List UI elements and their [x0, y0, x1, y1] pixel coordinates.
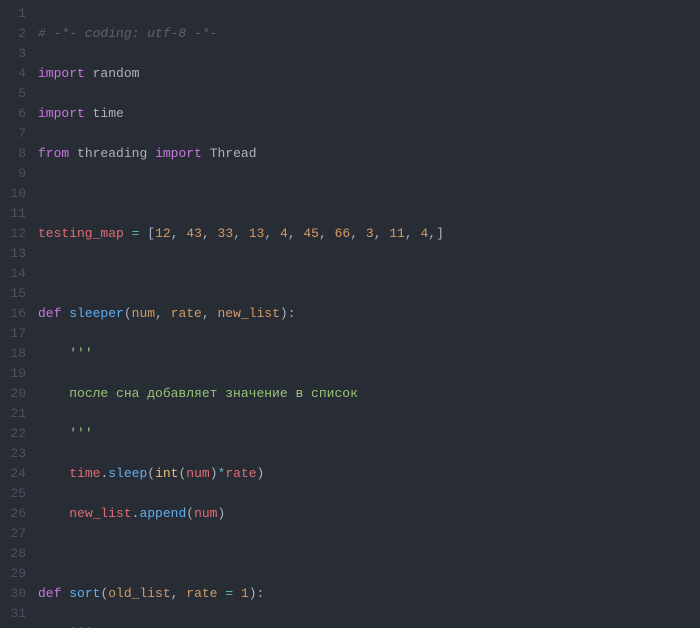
code-line[interactable]: def sleeper(num, rate, new_list): [38, 304, 700, 324]
line-number-gutter: 1 2 3 4 5 6 7 8 9 10 11 12 13 14 15 16 1… [0, 0, 38, 628]
line-number: 4 [0, 64, 26, 84]
line-number: 9 [0, 164, 26, 184]
line-number: 13 [0, 244, 26, 264]
code-line[interactable]: time.sleep(int(num)*rate) [38, 464, 700, 484]
number: 3 [366, 226, 374, 241]
param: num [132, 306, 155, 321]
keyword-from: from [38, 146, 69, 161]
number: 33 [218, 226, 234, 241]
number: 4 [280, 226, 288, 241]
param: rate [186, 586, 217, 601]
class-name: Thread [210, 146, 257, 161]
number: 11 [389, 226, 405, 241]
variable: testing_map [38, 226, 124, 241]
code-line[interactable]: import random [38, 64, 700, 84]
line-number: 29 [0, 564, 26, 584]
comment: # -*- coding: utf-8 -*- [38, 26, 217, 41]
number: 12 [155, 226, 171, 241]
code-line[interactable]: ''' [38, 624, 700, 628]
param: new_list [217, 306, 279, 321]
line-number: 12 [0, 224, 26, 244]
line-number: 19 [0, 364, 26, 384]
docstring: после сна добавляет значение в список [69, 386, 358, 401]
line-number: 21 [0, 404, 26, 424]
object: time [69, 466, 100, 481]
keyword-import: import [155, 146, 202, 161]
line-number: 18 [0, 344, 26, 364]
builtin: int [155, 466, 178, 481]
line-number: 10 [0, 184, 26, 204]
number: 13 [249, 226, 265, 241]
code-line[interactable]: def sort(old_list, rate = 1): [38, 584, 700, 604]
code-line[interactable]: ''' [38, 344, 700, 364]
code-line[interactable]: ''' [38, 424, 700, 444]
variable: rate [225, 466, 256, 481]
keyword-import: import [38, 106, 85, 121]
code-line[interactable]: # -*- coding: utf-8 -*- [38, 24, 700, 44]
method: append [139, 506, 186, 521]
code-line[interactable]: testing_map = [12, 43, 33, 13, 4, 45, 66… [38, 224, 700, 244]
module-name: time [93, 106, 124, 121]
line-number: 28 [0, 544, 26, 564]
keyword-def: def [38, 586, 61, 601]
line-number: 15 [0, 284, 26, 304]
line-number: 31 [0, 604, 26, 624]
line-number: 26 [0, 504, 26, 524]
line-number: 16 [0, 304, 26, 324]
line-number: 25 [0, 484, 26, 504]
code-line[interactable]: после сна добавляет значение в список [38, 384, 700, 404]
line-number: 14 [0, 264, 26, 284]
docstring: ''' [69, 346, 92, 361]
line-number: 24 [0, 464, 26, 484]
number: 1 [241, 586, 249, 601]
line-number: 8 [0, 144, 26, 164]
code-editor[interactable]: 1 2 3 4 5 6 7 8 9 10 11 12 13 14 15 16 1… [0, 0, 700, 628]
line-number: 20 [0, 384, 26, 404]
param: old_list [108, 586, 170, 601]
line-number: 30 [0, 584, 26, 604]
code-line[interactable]: new_list.append(num) [38, 504, 700, 524]
number: 43 [186, 226, 202, 241]
line-number: 22 [0, 424, 26, 444]
variable: num [186, 466, 209, 481]
keyword-def: def [38, 306, 61, 321]
code-area[interactable]: # -*- coding: utf-8 -*- import random im… [38, 0, 700, 628]
line-number: 6 [0, 104, 26, 124]
keyword-import: import [38, 66, 85, 81]
line-number: 17 [0, 324, 26, 344]
code-line[interactable] [38, 264, 700, 284]
line-number: 7 [0, 124, 26, 144]
object: new_list [69, 506, 131, 521]
number: 66 [335, 226, 351, 241]
method: sleep [108, 466, 147, 481]
variable: num [194, 506, 217, 521]
param: rate [171, 306, 202, 321]
code-line[interactable] [38, 184, 700, 204]
line-number: 5 [0, 84, 26, 104]
code-line[interactable] [38, 544, 700, 564]
code-line[interactable]: from threading import Thread [38, 144, 700, 164]
code-line[interactable]: import time [38, 104, 700, 124]
function-name: sort [69, 586, 100, 601]
line-number: 27 [0, 524, 26, 544]
module-name: random [93, 66, 140, 81]
docstring: ''' [69, 426, 92, 441]
line-number: 11 [0, 204, 26, 224]
line-number: 3 [0, 44, 26, 64]
module-name: threading [77, 146, 147, 161]
line-number: 1 [0, 4, 26, 24]
line-number: 2 [0, 24, 26, 44]
line-number: 23 [0, 444, 26, 464]
function-name: sleeper [69, 306, 124, 321]
number: 45 [303, 226, 319, 241]
